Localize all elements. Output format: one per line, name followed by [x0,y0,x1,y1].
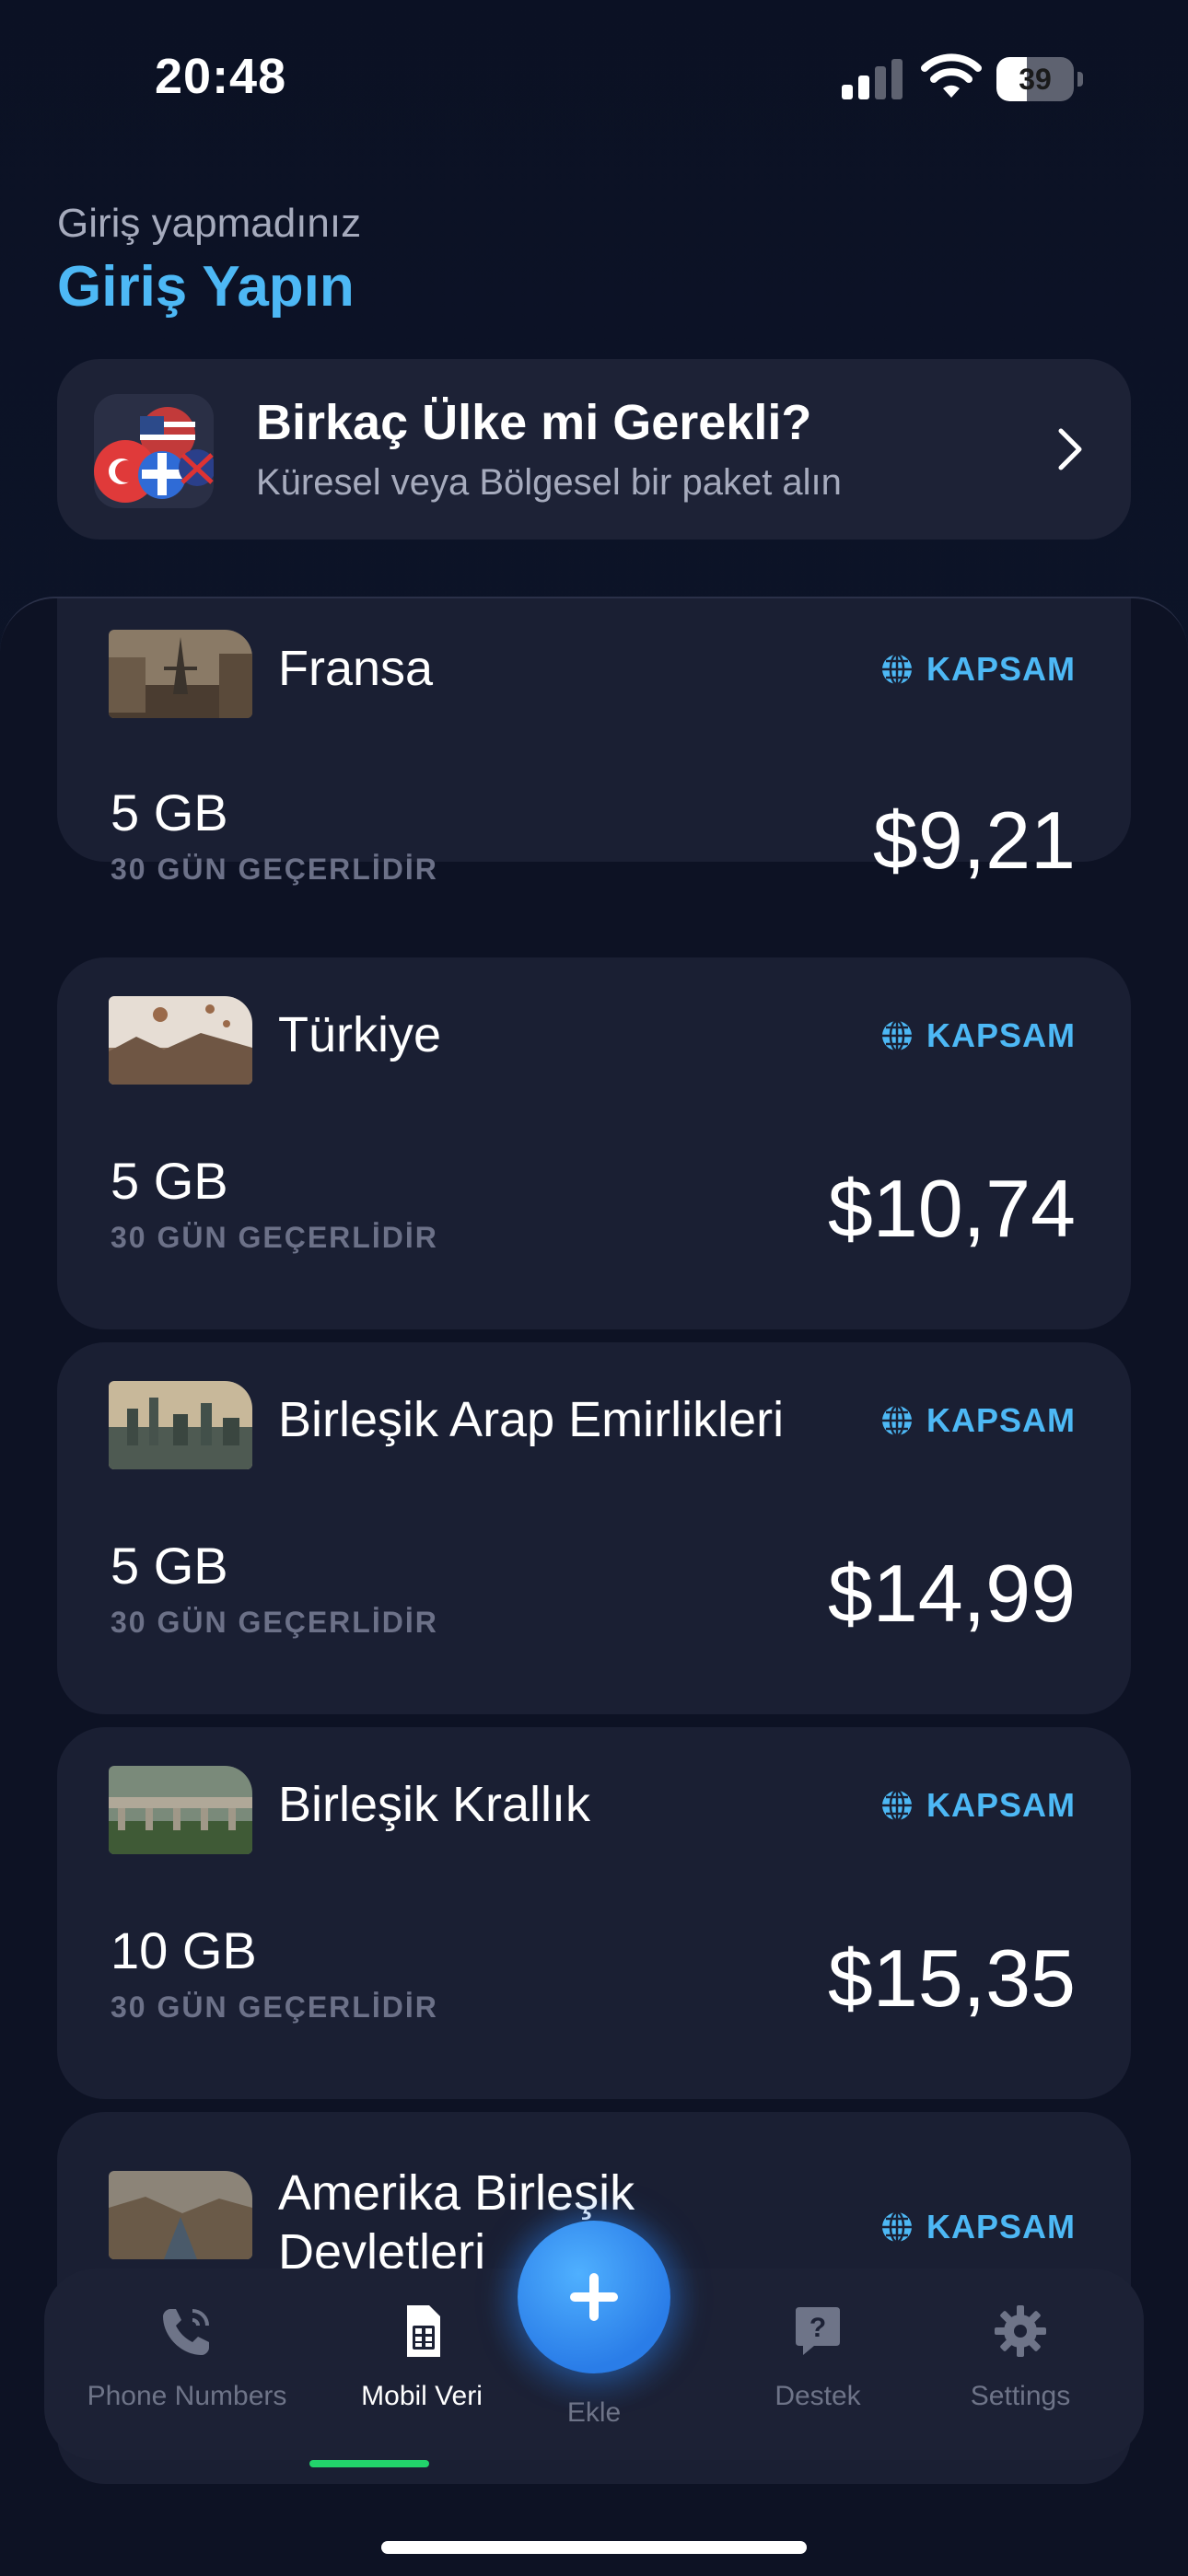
plan-card[interactable]: Birleşik Arap Emirlikleri KAPSAM 5 GB 30… [57,1342,1131,1714]
country-name: Fransa [278,641,434,696]
country-photo [109,630,252,718]
battery-icon: 39 [996,57,1085,101]
gear-icon [995,2305,1046,2357]
battery-level: 39 [1019,63,1052,96]
add-button[interactable] [518,2221,670,2373]
promo-title: Birkaç Ülke mi Gerekli? [256,395,812,450]
status-bar: 20:48 39 [0,0,1188,157]
coverage-link[interactable]: KAPSAM [880,1784,1076,1827]
svg-text:?: ? [809,2313,826,2343]
multi-country-promo-card[interactable]: Birkaç Ülke mi Gerekli? Küresel veya Böl… [57,359,1131,540]
validity-text: 30 GÜN GEÇERLİDİR [111,1990,438,2024]
plan-card[interactable]: Türkiye KAPSAM 5 GB 30 GÜN GEÇERLİDİR $1… [57,957,1131,1329]
country-name: Birleşik Krallık [278,1777,591,1832]
globe-icon [881,1019,912,1052]
price: $9,21 [872,795,1076,886]
validity-text: 30 GÜN GEÇERLİDİR [111,1221,438,1254]
coverage-label: KAPSAM [926,1786,1076,1824]
login-link[interactable]: Giriş Yapın [57,254,355,319]
promo-subtitle: Küresel veya Bölgesel bir paket alın [256,462,842,503]
coverage-link[interactable]: KAPSAM [880,1399,1076,1442]
price: $14,99 [827,1548,1076,1639]
tab-mobil-veri[interactable]: Mobil Veri [339,2302,505,2440]
validity-text: 30 GÜN GEÇERLİDİR [111,853,438,886]
chevron-right-icon [1058,428,1082,470]
country-photo [109,996,252,1085]
tab-label: Mobil Veri [361,2381,483,2411]
price: $15,35 [827,1932,1076,2024]
coverage-label: KAPSAM [926,650,1076,688]
country-photo [109,1381,252,1469]
coverage-link[interactable]: KAPSAM [880,648,1076,690]
globe-icon [881,2210,912,2244]
price: $10,74 [827,1163,1076,1254]
flags-icon [94,394,214,508]
validity-text: 30 GÜN GEÇERLİDİR [111,1606,438,1639]
active-tab-indicator [309,2460,429,2467]
help-bubble-icon: ? [796,2307,840,2355]
cellular-signal-icon [842,59,903,99]
tab-phone-numbers[interactable]: Phone Numbers [81,2302,293,2440]
wifi-icon [921,53,982,98]
country-photo [109,1766,252,1854]
coverage-link[interactable]: KAPSAM [880,1015,1076,1057]
login-status-text: Giriş yapmadınız [57,201,362,246]
phone-icon [163,2309,209,2355]
add-button-label: Ekle [566,2397,622,2428]
data-amount: 10 GB [111,1921,257,1979]
tab-destek[interactable]: ? Destek [707,2302,928,2440]
plus-icon [570,2273,618,2321]
country-name: Türkiye [278,1007,442,1062]
globe-icon [881,1404,912,1437]
coverage-label: KAPSAM [926,2208,1076,2245]
data-amount: 5 GB [111,1152,228,1210]
globe-icon [881,1789,912,1822]
data-amount: 5 GB [111,1537,228,1595]
sim-card-icon [407,2305,440,2357]
coverage-label: KAPSAM [926,1016,1076,1054]
coverage-link[interactable]: KAPSAM [880,2206,1076,2248]
tab-label: Settings [970,2381,1071,2411]
coverage-label: KAPSAM [926,1401,1076,1439]
plan-card[interactable]: Birleşik Krallık KAPSAM 10 GB 30 GÜN GEÇ… [57,1727,1131,2099]
tab-settings[interactable]: Settings [928,2302,1112,2440]
globe-icon [881,653,912,686]
country-name: Birleşik Arap Emirlikleri [278,1392,785,1447]
status-time: 20:48 [155,49,287,104]
plan-card[interactable]: Fransa KAPSAM 5 GB 30 GÜN GEÇERLİDİR $9,… [57,598,1131,886]
tab-label: Destek [775,2381,861,2411]
data-amount: 5 GB [111,783,228,841]
tab-label: Phone Numbers [87,2381,287,2411]
country-photo [109,2171,252,2259]
home-indicator [381,2541,807,2554]
